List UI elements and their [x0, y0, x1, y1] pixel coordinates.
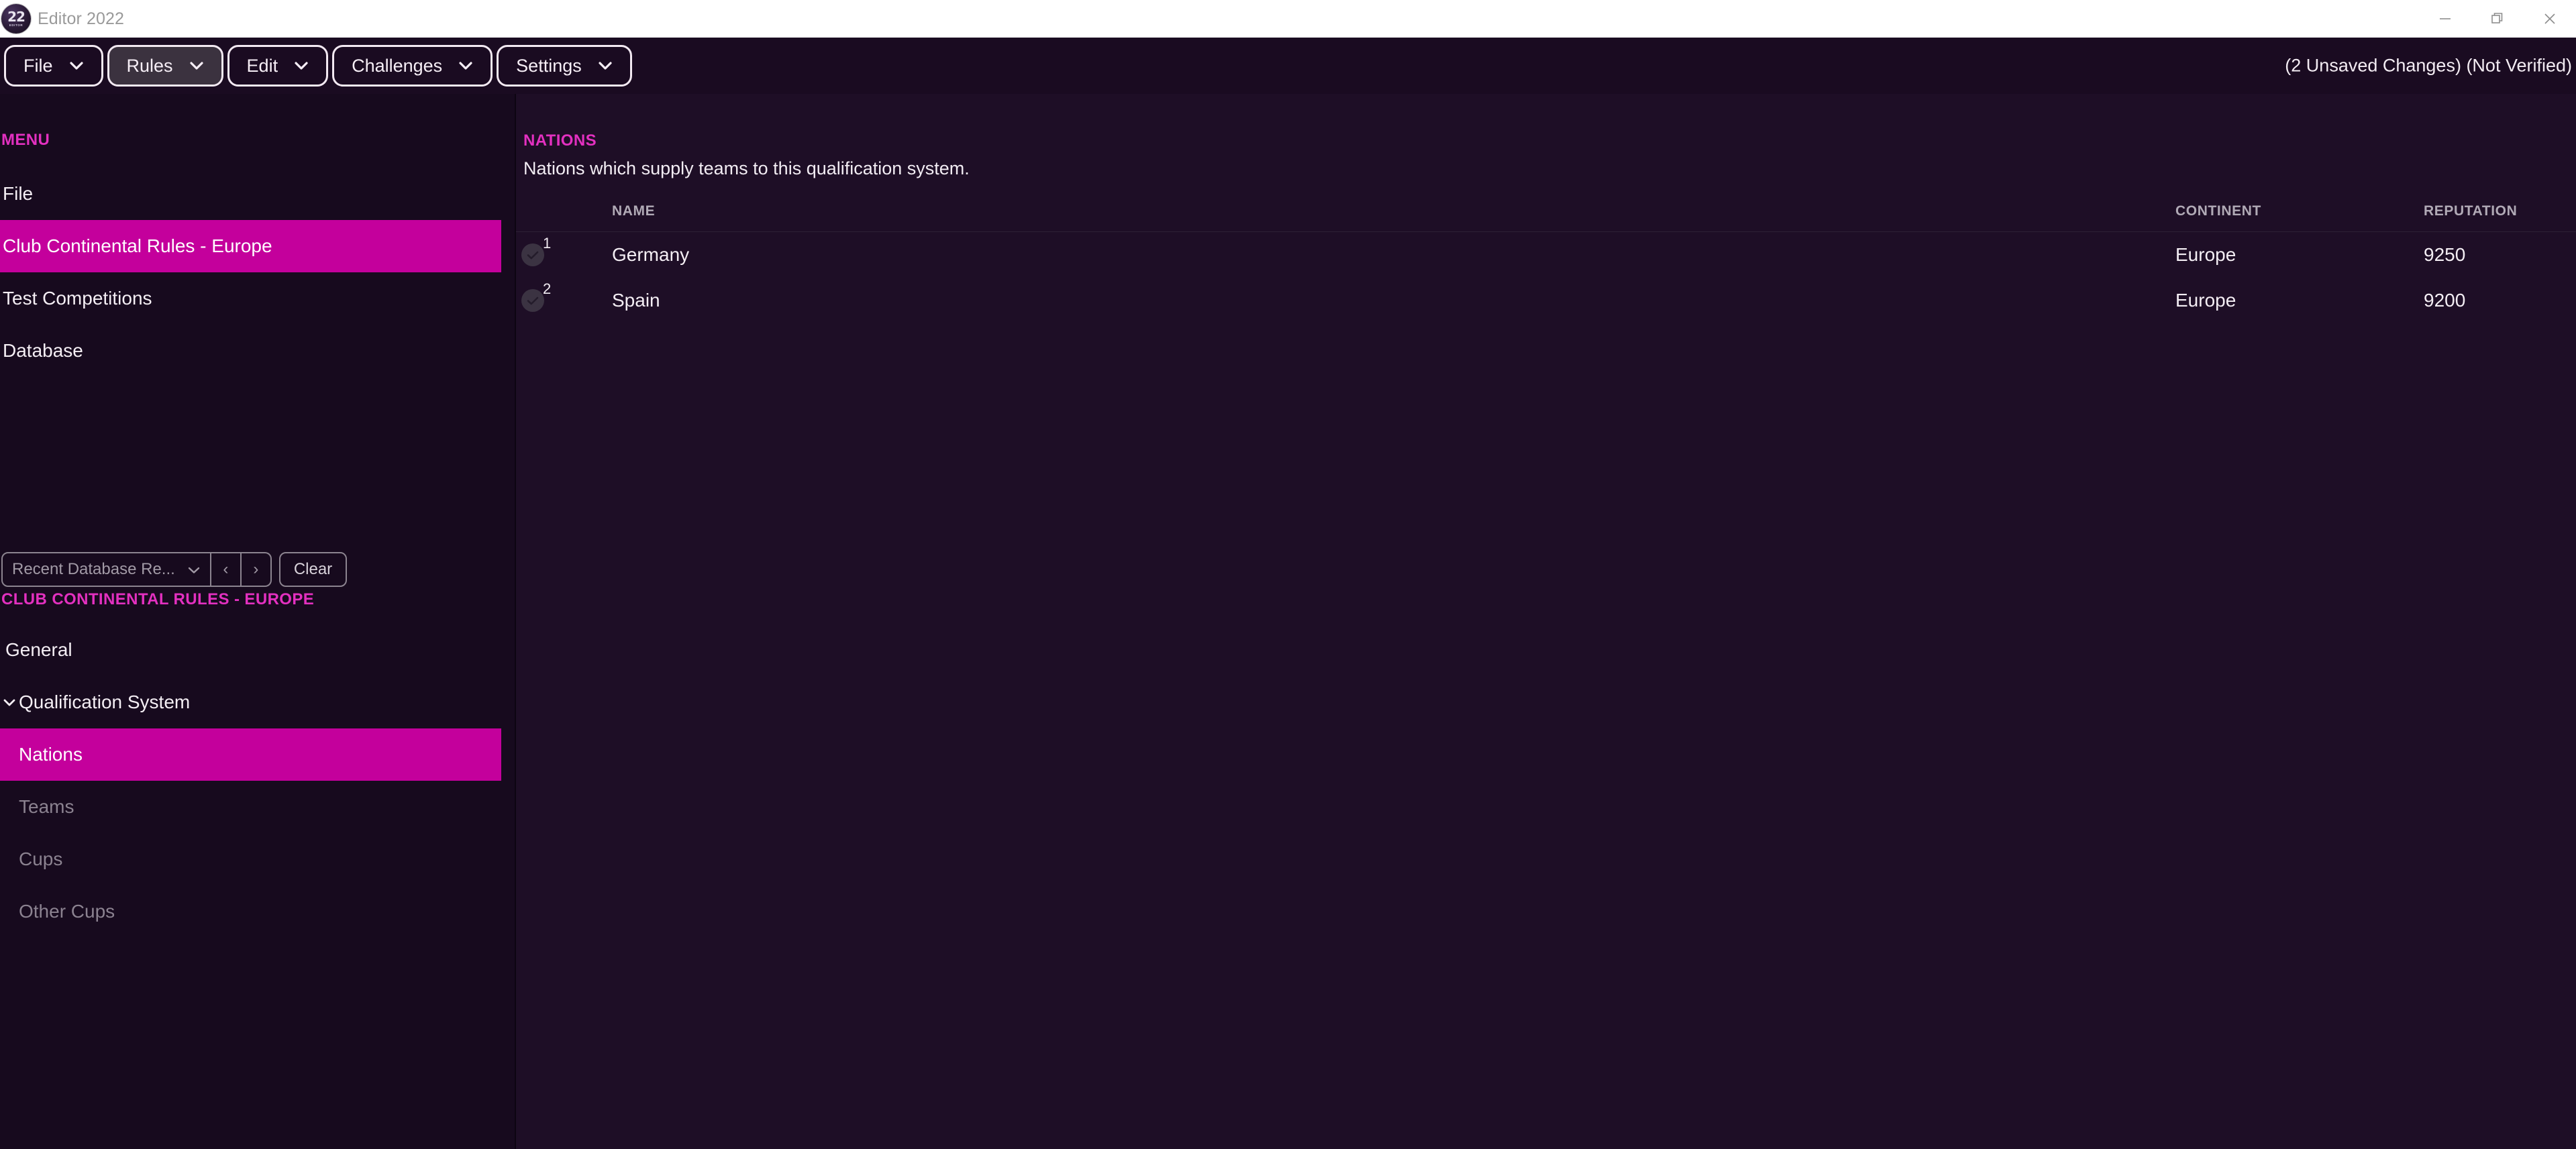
- sidebar-item-label: Test Competitions: [3, 288, 152, 309]
- app-logo-icon: 22 EDITOR: [1, 4, 31, 34]
- minimize-icon: [2440, 18, 2451, 19]
- row-status-cell: 1: [516, 232, 555, 278]
- sidebar-menu-heading: MENU: [1, 131, 50, 149]
- recent-database-select-value: Recent Database Re...: [12, 560, 175, 578]
- chevron-down-icon: [598, 61, 613, 70]
- sidebar-rules-heading: CLUB CONTINENTAL RULES - EUROPE: [1, 590, 315, 608]
- row-status-cell: 2: [516, 278, 555, 323]
- cell-name: Germany: [612, 244, 690, 265]
- column-header-continent[interactable]: CONTINENT: [2175, 203, 2424, 219]
- cell-reputation: 9250: [2424, 244, 2466, 265]
- recent-database-toolbar: Recent Database Re... ‹ › Clear: [1, 552, 348, 587]
- sidebar-item-label: Teams: [19, 796, 74, 817]
- menu-button-rules[interactable]: Rules: [107, 45, 223, 87]
- app-logo-subtitle: EDITOR: [9, 23, 23, 28]
- sidebar-item-file[interactable]: File: [0, 168, 515, 220]
- sidebar-item-label: General: [5, 639, 72, 660]
- menu-button-file-label: File: [23, 55, 53, 76]
- sidebar-item-label: Cups: [19, 849, 63, 869]
- cell-reputation: 9200: [2424, 290, 2466, 311]
- page-description: Nations which supply teams to this quali…: [523, 158, 970, 178]
- cell-name: Spain: [612, 290, 660, 311]
- minimize-button[interactable]: [2419, 0, 2471, 38]
- close-button[interactable]: [2524, 0, 2576, 38]
- nations-table: NAME CONTINENT REPUTATION 1 Germany Euro…: [516, 198, 2576, 323]
- sidebar-item-label: Club Continental Rules - Europe: [3, 235, 272, 256]
- sidebar-item-label: Other Cups: [19, 901, 115, 922]
- sidebar-item-other-cups[interactable]: Other Cups: [0, 885, 515, 938]
- sidebar-item-nations[interactable]: Nations: [0, 728, 501, 781]
- menu-button-challenges-label: Challenges: [352, 55, 443, 76]
- sidebar-item-label: Qualification System: [19, 692, 191, 712]
- chevron-down-icon: [294, 61, 309, 70]
- check-circle-icon[interactable]: [521, 243, 544, 266]
- sidebar-item-label: Database: [3, 340, 83, 361]
- chevron-down-icon: [458, 61, 473, 70]
- sidebar-item-label: Nations: [19, 744, 83, 765]
- table-row[interactable]: 2 Spain Europe 9200: [516, 278, 2576, 323]
- sidebar-item-database[interactable]: Database: [0, 325, 515, 377]
- chevron-down-icon: [3, 698, 16, 707]
- table-header-row: NAME CONTINENT REPUTATION: [516, 198, 2576, 225]
- sidebar-item-cups[interactable]: Cups: [0, 833, 515, 885]
- menu-bar: File Rules Edit Challenges Settings (2 U…: [0, 38, 2576, 94]
- menu-button-edit-label: Edit: [246, 55, 278, 76]
- recent-database-select[interactable]: Recent Database Re...: [1, 552, 211, 587]
- chevron-down-icon: [69, 61, 84, 70]
- table-row[interactable]: 1 Germany Europe 9250: [516, 232, 2576, 278]
- cell-continent: Europe: [2175, 244, 2236, 265]
- main-content: NATIONS Nations which supply teams to th…: [516, 94, 2576, 1149]
- status-badge: (2 Unsaved Changes) (Not Verified): [2285, 55, 2572, 76]
- menu-button-settings[interactable]: Settings: [497, 45, 632, 87]
- sidebar-item-teams[interactable]: Teams: [0, 781, 515, 833]
- column-header-name[interactable]: NAME: [555, 203, 2175, 219]
- chevron-left-icon: ‹: [223, 560, 229, 578]
- clear-button[interactable]: Clear: [278, 552, 348, 587]
- chevron-down-icon: [189, 61, 204, 70]
- window-title: Editor 2022: [38, 9, 124, 28]
- chevron-down-icon: [187, 560, 201, 579]
- recent-previous-button[interactable]: ‹: [211, 552, 242, 587]
- menu-button-settings-label: Settings: [516, 55, 582, 76]
- window-controls: [2419, 0, 2576, 38]
- sidebar-item-test-competitions[interactable]: Test Competitions: [0, 272, 515, 325]
- menu-button-edit[interactable]: Edit: [227, 45, 329, 87]
- sidebar-tree: General Qualification System Nations Tea…: [0, 624, 515, 938]
- check-circle-icon[interactable]: [521, 289, 544, 312]
- sidebar-item-club-continental-rules-europe[interactable]: Club Continental Rules - Europe: [0, 220, 501, 272]
- clear-button-label: Clear: [293, 560, 333, 578]
- chevron-right-icon: ›: [253, 560, 259, 578]
- sidebar-item-qualification-system[interactable]: Qualification System: [0, 676, 515, 728]
- sidebar: MENU File Club Continental Rules - Europ…: [0, 94, 515, 1149]
- app-logo-number: 22: [7, 9, 25, 25]
- cell-continent: Europe: [2175, 290, 2236, 311]
- sidebar-item-general[interactable]: General: [0, 624, 515, 676]
- page-title: NATIONS: [523, 131, 597, 150]
- menu-button-challenges[interactable]: Challenges: [332, 45, 493, 87]
- sidebar-menu-list: File Club Continental Rules - Europe Tes…: [0, 168, 515, 377]
- window-titlebar: 22 EDITOR Editor 2022: [0, 0, 2576, 38]
- restore-button[interactable]: [2471, 0, 2524, 38]
- restore-icon: [2491, 13, 2503, 23]
- column-header-reputation[interactable]: REPUTATION: [2424, 203, 2555, 219]
- row-index: 2: [543, 280, 552, 297]
- menu-button-file[interactable]: File: [4, 45, 103, 87]
- sidebar-item-label: File: [3, 183, 34, 204]
- row-index: 1: [543, 235, 552, 252]
- close-icon: [2544, 13, 2555, 24]
- menu-button-rules-label: Rules: [126, 55, 173, 76]
- recent-next-button[interactable]: ›: [241, 552, 272, 587]
